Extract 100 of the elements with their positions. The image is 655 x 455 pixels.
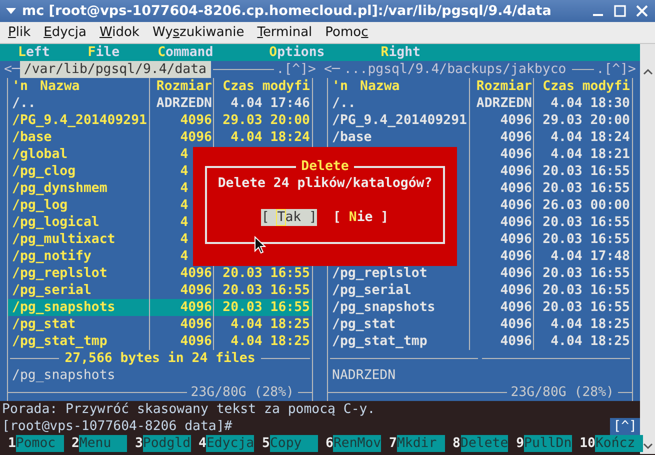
file-row[interactable]: /pg_snapshots 4096 20.03 16:55: [8, 299, 312, 316]
function-key-button[interactable]: Mkdir: [396, 435, 445, 452]
dialog-message: Delete 24 plików/katalogów?: [218, 175, 432, 192]
file-row[interactable]: 4096 20.03 16:55: [328, 231, 632, 248]
shell-prompt: [root@vps-1077604-8206 data]#: [2, 418, 232, 435]
file-time: 20.03 16:55: [542, 232, 630, 247]
file-row[interactable]: /.. ADRZEDN 4.04 17:46: [8, 95, 312, 112]
function-key-button[interactable]: Delete: [460, 435, 508, 452]
panel-left-marker[interactable]: <─: [324, 61, 340, 78]
menu-item[interactable]: Edycja: [44, 25, 86, 40]
function-key-number: 1: [8, 435, 16, 452]
dialog-button[interactable]: [ Tak ]: [261, 209, 317, 226]
dialog-button[interactable]: [ Nie ]: [333, 209, 389, 226]
file-row[interactable]: /.. ADRZEDN 4.04 18:30: [328, 95, 632, 112]
file-time: 4.04 17:48: [550, 249, 630, 264]
scroll-up-icon[interactable]: [642, 68, 652, 76]
scroll-down-icon[interactable]: [642, 442, 652, 450]
function-key-button[interactable]: Menu: [79, 435, 128, 452]
function-key-button[interactable]: Kończ: [595, 435, 644, 452]
maximize-icon[interactable]: [613, 4, 627, 18]
file-time: 4.04 18:25: [230, 334, 310, 349]
file-size: 4: [180, 180, 190, 197]
file-size: 4096: [180, 112, 212, 129]
file-size: 4096: [500, 282, 532, 299]
column-header: Rozmiar: [149, 78, 213, 95]
file-row[interactable]: /pg_snapshots 4096 20.03 16:55: [328, 299, 632, 316]
column-header: Nazwa: [40, 78, 81, 95]
file-name: /pg_replslot: [332, 266, 428, 281]
function-key-button[interactable]: Podgld: [142, 435, 191, 452]
file-size: 4096: [500, 248, 532, 265]
close-icon[interactable]: [635, 4, 649, 18]
file-time: 4.04 17:46: [230, 96, 310, 111]
file-row[interactable]: /base 4096 4.04 18:24: [328, 129, 632, 146]
file-name: /pg_stat: [12, 317, 76, 332]
panel-right-marker[interactable]: .[^]>: [596, 61, 636, 78]
file-row[interactable]: /pg_stat_tmp 4096 4.04 18:25: [328, 333, 632, 350]
file-row[interactable]: /pg_replslot 4096 20.03 16:55: [328, 265, 632, 282]
function-key-number: 4: [198, 435, 206, 452]
file-name: /PG_9.4_201409291: [332, 113, 467, 128]
mc-menu-item[interactable]: Right: [380, 44, 420, 61]
file-size: 4096: [180, 129, 212, 146]
file-row[interactable]: /base 4096 4.04 18:24: [8, 129, 312, 146]
file-time: 4.04 18:24: [230, 130, 310, 145]
file-time: 4.04 18:21: [550, 147, 630, 162]
file-row[interactable]: /pg_stat 4096 4.04 18:25: [8, 316, 312, 333]
function-key-button[interactable]: Pomoc: [16, 435, 64, 452]
file-name: /..: [12, 96, 36, 111]
file-name: /pg_snapshots: [332, 300, 436, 315]
column-header: Czas modyfi: [213, 78, 312, 95]
mc-menu-item[interactable]: File: [88, 44, 120, 61]
mini-status: NADRZEDN: [332, 368, 396, 383]
disk-usage: 23G/80G (28%): [510, 384, 615, 401]
menu-item[interactable]: Pomoc: [325, 25, 368, 40]
prompt-badge[interactable]: [^]: [610, 418, 640, 435]
window-menu-icon[interactable]: [6, 7, 16, 15]
function-key-number: 7: [389, 435, 397, 452]
file-size: 4096: [500, 146, 532, 163]
file-row[interactable]: /pg_stat_tmp 4096 4.04 18:25: [8, 333, 312, 350]
file-name: /pg_clog: [12, 164, 76, 179]
panel-left-marker[interactable]: <─: [4, 61, 20, 78]
file-row[interactable]: 4096 4.04 17:48: [328, 248, 632, 265]
scrollbar[interactable]: [640, 44, 655, 454]
file-size: 4096: [500, 214, 532, 231]
file-name: /pg_snapshots: [12, 300, 116, 315]
file-name: /base: [12, 130, 52, 145]
file-row[interactable]: /pg_stat 4096 4.04 18:25: [328, 316, 632, 333]
file-name: /pg_stat_tmp: [332, 334, 428, 349]
function-key-button[interactable]: PullDn: [524, 435, 572, 452]
file-size: 4096: [500, 163, 532, 180]
function-key-button[interactable]: Copy: [270, 435, 318, 452]
function-key-button[interactable]: RenMov: [333, 435, 382, 452]
menu-item[interactable]: Widok: [100, 25, 140, 40]
file-name: /pg_dynshmem: [12, 181, 108, 196]
mc-menu-item[interactable]: Command: [158, 44, 214, 61]
column-header: Rozmiar: [469, 78, 533, 95]
file-name: /pg_multixact: [12, 232, 116, 247]
mc-menu-item[interactable]: Left: [18, 44, 50, 61]
file-name: /pg_stat: [332, 317, 396, 332]
file-name: /pg_replslot: [12, 266, 108, 281]
mc-menu-item[interactable]: Options: [269, 44, 325, 61]
file-name: /pg_log: [12, 198, 68, 213]
file-time: 20.03 16:55: [222, 300, 310, 315]
menu-item[interactable]: Plik: [8, 25, 31, 40]
column-header: 'n: [331, 78, 349, 95]
mini-status: /pg_snapshots: [12, 368, 116, 383]
file-row[interactable]: /pg_serial 4096 20.03 16:55: [328, 282, 632, 299]
panel-right-marker[interactable]: .[^]>: [276, 61, 316, 78]
file-name: /pg_serial: [332, 283, 412, 298]
file-row[interactable]: /PG_9.4_201409291 4096 29.03 20:00: [8, 112, 312, 129]
file-row[interactable]: /PG_9.4_201409291 4096 29.03 20:00: [328, 112, 632, 129]
file-size: 4096: [500, 197, 532, 214]
file-size: 4096: [180, 282, 212, 299]
file-size: 4096: [500, 180, 532, 197]
function-key-button[interactable]: Edycja: [206, 435, 254, 452]
file-time: 20.03 16:55: [542, 215, 630, 230]
function-key-number: 8: [452, 435, 460, 452]
file-time: 20.03 16:55: [542, 266, 630, 281]
file-size: 4: [180, 197, 190, 214]
menu-item[interactable]: Terminal: [257, 25, 312, 40]
menu-item[interactable]: Wyszukiwanie: [152, 25, 244, 40]
